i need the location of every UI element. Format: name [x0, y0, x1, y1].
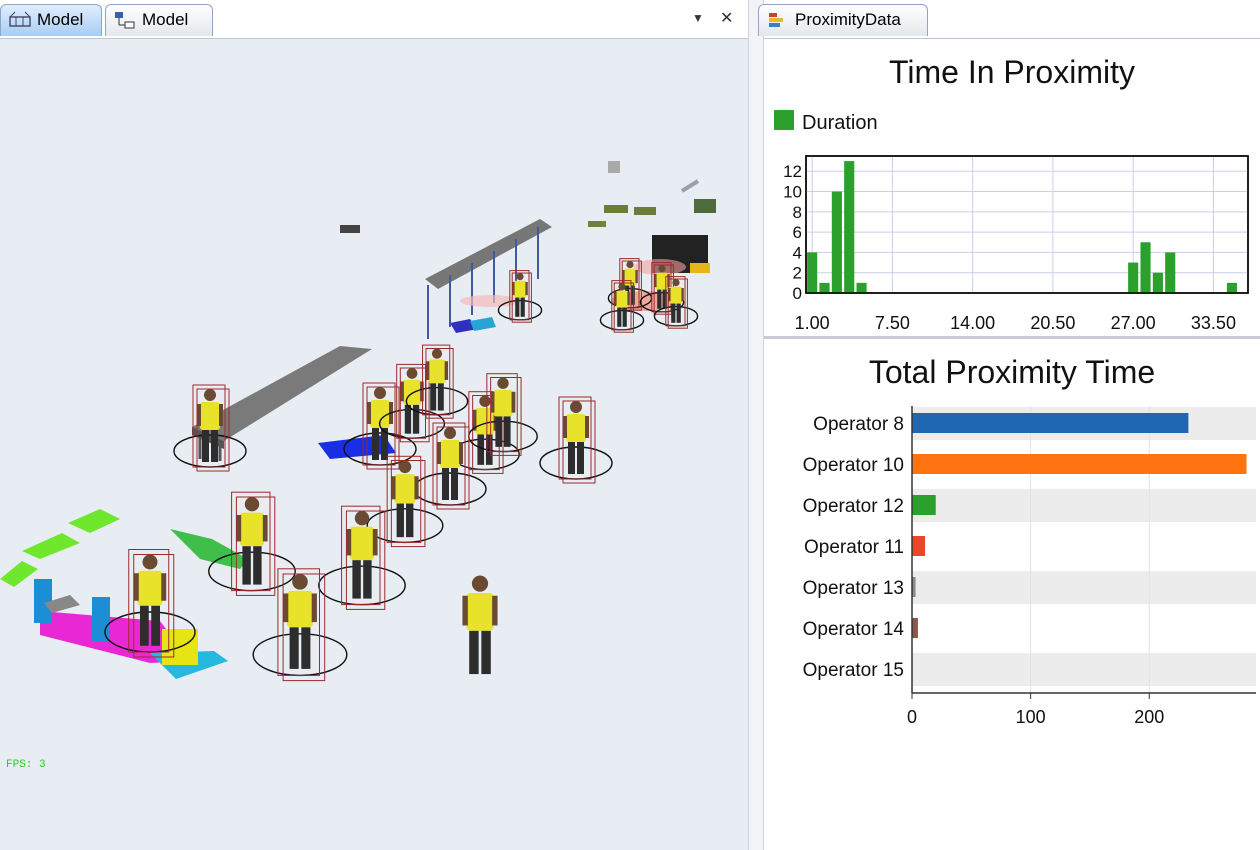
tree-view-icon — [115, 12, 135, 29]
machine — [340, 225, 360, 233]
x-tick-label: 200 — [1134, 707, 1164, 727]
category-label: Operator 15 — [803, 660, 904, 681]
operator-figure[interactable] — [208, 491, 296, 596]
row-band — [912, 489, 1256, 522]
histogram-bar — [856, 282, 867, 293]
3d-model-icon — [9, 11, 31, 27]
x-tick-label: 7.50 — [875, 313, 910, 333]
total-bar — [912, 618, 918, 638]
station-post — [34, 579, 52, 623]
tab-model-tree[interactable]: Model — [105, 4, 213, 36]
chart-title: Time In Proximity — [889, 54, 1135, 90]
row-band — [912, 571, 1256, 604]
tab-model-3d[interactable]: Model — [0, 4, 102, 36]
total-bar — [912, 413, 1189, 433]
total-bar — [912, 454, 1247, 474]
pallet — [604, 205, 628, 213]
close-icon[interactable]: ✕ — [720, 8, 733, 28]
pallet — [694, 199, 716, 213]
x-tick-label: 20.50 — [1030, 313, 1075, 333]
floor-marker — [0, 561, 38, 587]
y-tick-label: 6 — [793, 223, 802, 242]
x-tick-label: 33.50 — [1191, 313, 1236, 333]
shelf-object — [608, 161, 620, 173]
category-label: Operator 13 — [803, 578, 904, 599]
x-tick-label: 27.00 — [1111, 313, 1156, 333]
legend-swatch — [774, 110, 794, 130]
proximity-tab-bar: ProximityData — [758, 0, 1260, 39]
operator-figure[interactable] — [539, 396, 613, 484]
row-band — [912, 653, 1256, 686]
3d-scene — [0, 161, 716, 682]
floor-marker — [470, 317, 496, 331]
y-tick-label: 4 — [793, 243, 802, 262]
y-tick-label: 2 — [793, 264, 802, 283]
fps-counter: FPS: 3 — [6, 759, 46, 771]
x-tick-label: 0 — [907, 707, 917, 727]
histogram-bar — [1152, 272, 1163, 293]
x-tick-label: 14.00 — [950, 313, 995, 333]
category-label: Operator 14 — [803, 619, 905, 640]
model-pane: Model Model ▼ ✕ FPS: 3 — [0, 0, 748, 850]
category-label: Operator 11 — [804, 537, 904, 558]
chart-title: Total Proximity Time — [868, 354, 1156, 390]
total-bar — [912, 536, 926, 556]
pallet — [588, 221, 606, 227]
y-tick-label: 10 — [783, 183, 802, 202]
chart-icon — [769, 13, 783, 27]
floor-marker — [22, 533, 80, 559]
histogram-bar — [1165, 252, 1176, 293]
total-bar — [912, 495, 936, 515]
legend-label: Duration — [802, 112, 878, 134]
operator-figure[interactable] — [318, 505, 406, 610]
x-tick-label: 100 — [1016, 707, 1046, 727]
histogram-bar — [844, 161, 855, 293]
tab-dropdown-button[interactable]: ▼ — [692, 11, 704, 25]
model-tab-bar: Model Model ▼ ✕ — [0, 0, 748, 39]
category-label: Operator 8 — [813, 414, 904, 435]
pallet — [634, 207, 656, 215]
tab-label: Model — [37, 10, 84, 29]
tab-label: Model — [142, 10, 189, 29]
y-tick-label: 0 — [793, 284, 802, 303]
operator-figure[interactable] — [366, 455, 444, 548]
histogram-panel: Time In Proximity Duration 0 2 4 6 8 10 12 1.00… — [764, 40, 1260, 339]
station-post — [92, 597, 110, 641]
totals-panel: Total Proximity Time 0 100 200 Operator 8 Op… — [764, 340, 1260, 850]
histogram-bar — [819, 282, 830, 293]
conveyor-upper — [425, 219, 552, 289]
histogram-bar — [1140, 242, 1151, 293]
histogram-bar — [1226, 282, 1238, 293]
tab-label: ProximityData — [795, 10, 901, 29]
tab-proximity-data[interactable]: ProximityData — [758, 4, 928, 36]
histogram-bar — [1128, 262, 1139, 293]
operators — [104, 258, 699, 682]
operator-figure[interactable] — [462, 575, 498, 675]
totals-chart: 0 100 200 Operator 8 Operator 10 Operator 12 O… — [803, 406, 1256, 727]
y-tick-label: 12 — [783, 162, 802, 181]
workcell-part — [690, 263, 710, 273]
y-tick-label: 8 — [793, 203, 802, 222]
operator-figure[interactable] — [252, 568, 348, 682]
histogram-bar — [831, 191, 842, 293]
proximity-data-pane: ProximityData Time In Proximity Duration… — [758, 0, 1260, 850]
category-label: Operator 10 — [803, 455, 904, 476]
pane-splitter[interactable] — [748, 0, 764, 850]
category-label: Operator 12 — [803, 496, 904, 517]
forklift-part — [680, 179, 700, 193]
floor-marker — [68, 509, 120, 533]
3d-viewport[interactable]: FPS: 3 — [0, 39, 748, 850]
x-tick-label: 1.00 — [795, 313, 830, 333]
histogram-bar — [807, 252, 818, 293]
histogram-chart: 02 46810 12 1.00 7.50 14.00 20.50 27.00 33.50 — [783, 155, 1249, 333]
